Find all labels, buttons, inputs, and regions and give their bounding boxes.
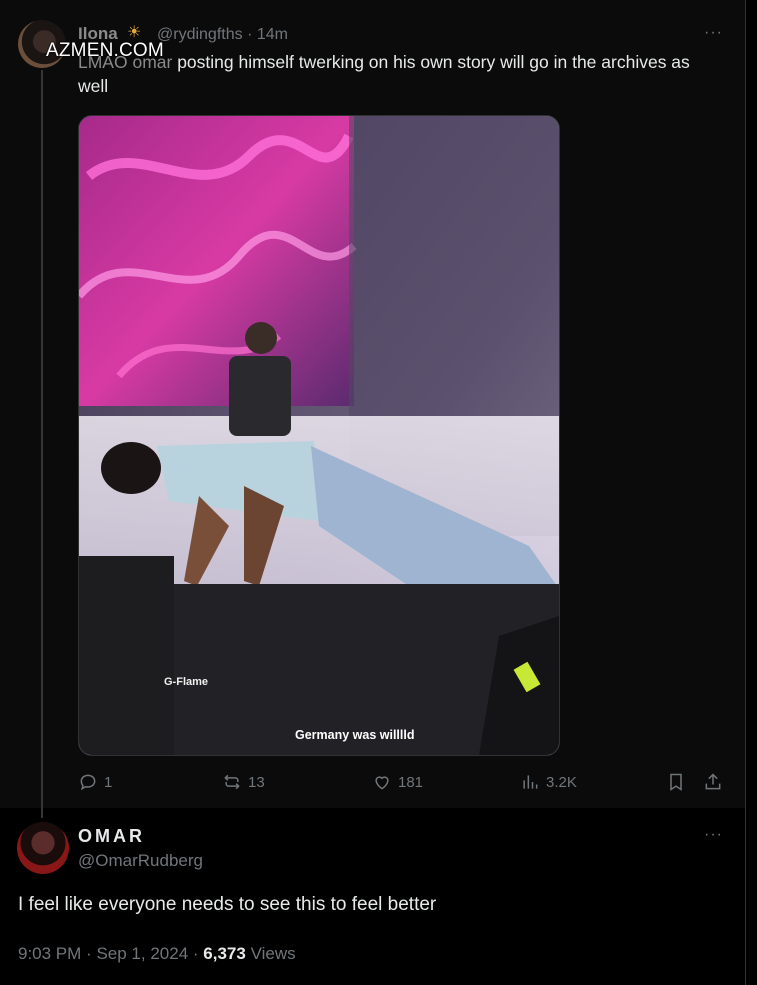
repost-icon <box>224 774 240 790</box>
parent-tweet[interactable]: Ilona ☀ @rydingfths · 14m ··· LMAO omar … <box>0 0 745 818</box>
avatar[interactable] <box>17 822 69 874</box>
more-options-icon[interactable]: ··· <box>704 24 723 42</box>
separator: · <box>247 26 253 43</box>
repost-button[interactable]: 13 <box>222 772 265 792</box>
tweet-text: LMAO omar posting himself twerking on hi… <box>78 50 718 98</box>
display-name[interactable]: OMAR <box>78 826 145 847</box>
tweet-meta: 9:03 PM · Sep 1, 2024 · 6,373 Views <box>18 944 296 964</box>
separator: · <box>86 944 92 963</box>
views-count: 6,373 <box>203 944 246 963</box>
views-button[interactable]: 3.2K <box>520 772 577 792</box>
tweet-time[interactable]: 9:03 PM <box>18 944 81 963</box>
views-label: Views <box>250 944 296 963</box>
video-caption: Germany was willlld <box>295 728 415 742</box>
repost-count: 13 <box>248 773 265 791</box>
user-handle[interactable]: @rydingfths · 14m <box>157 26 288 44</box>
watermark: AZMEN.COM <box>46 40 164 61</box>
reply-count: 1 <box>104 773 113 791</box>
share-button[interactable] <box>703 772 723 792</box>
reply-icon <box>80 774 96 791</box>
like-button[interactable]: 181 <box>372 772 423 792</box>
sun-emoji-icon: ☀ <box>127 24 142 41</box>
video-frame <box>79 116 559 755</box>
tweet-text: I feel like everyone needs to see this t… <box>18 894 437 915</box>
tweet-date[interactable]: Sep 1, 2024 <box>96 944 188 963</box>
share-icon <box>705 773 721 790</box>
like-count: 181 <box>398 773 424 791</box>
more-options-icon[interactable]: ··· <box>704 826 723 844</box>
timestamp[interactable]: 14m <box>257 26 288 43</box>
media-logo: G-Flame <box>164 676 209 688</box>
column-divider <box>745 0 757 985</box>
separator: · <box>192 944 199 963</box>
bookmark-icon <box>670 773 682 791</box>
bookmark-button[interactable] <box>666 772 686 792</box>
user-handle[interactable]: @OmarRudberg <box>78 851 203 871</box>
views-count: 3.2K <box>546 773 577 791</box>
analytics-icon <box>523 775 538 789</box>
handle-text: @rydingfths <box>157 26 243 43</box>
thread-line <box>41 70 43 818</box>
reply-button[interactable]: 1 <box>78 772 112 792</box>
video-media[interactable]: G-Flame Germany was willlld <box>78 115 560 756</box>
heart-icon <box>375 776 389 790</box>
